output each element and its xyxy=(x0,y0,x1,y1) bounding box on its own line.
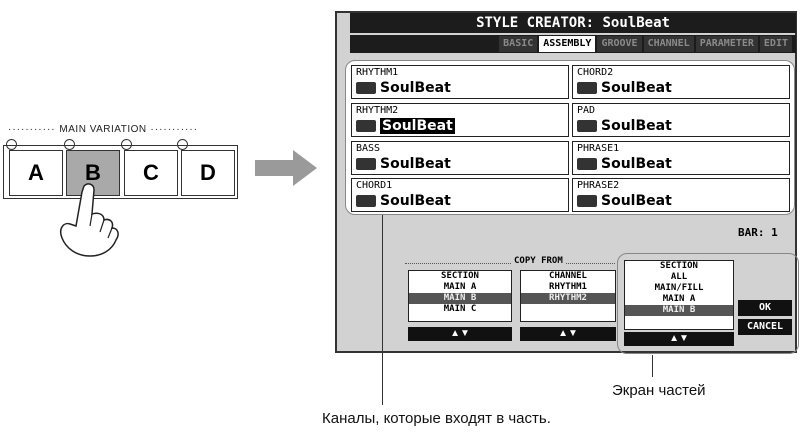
part-pad[interactable]: PAD SoulBeat xyxy=(572,103,790,137)
section-arrows[interactable]: ▲▼ xyxy=(624,332,734,346)
part-value: SoulBeat xyxy=(601,156,672,172)
keyboard-icon xyxy=(356,195,376,207)
main-variation-title: ··········· MAIN VARIATION ··········· xyxy=(8,124,199,135)
bass-icon xyxy=(356,158,376,170)
lcd-title: STYLE CREATOR: SoulBeat xyxy=(350,13,796,33)
channels-caption: Каналы, которые входят в часть. xyxy=(322,410,551,427)
pressing-hand-icon xyxy=(59,183,119,257)
part-label: PHRASE2 xyxy=(577,180,620,191)
part-value: SoulBeat xyxy=(380,156,451,172)
parts-screen-caption: Экран частей xyxy=(612,382,706,399)
part-phrase1[interactable]: PHRASE1 SoulBeat xyxy=(572,141,790,175)
cancel-button[interactable]: CANCEL xyxy=(738,319,792,335)
copy-channel-header: CHANNEL xyxy=(549,271,587,281)
variation-c-button[interactable]: C xyxy=(124,150,178,196)
part-phrase2[interactable]: PHRASE2 SoulBeat xyxy=(572,178,790,212)
tab-channel[interactable]: CHANNEL xyxy=(643,36,694,52)
copy-from-label: COPY FROM xyxy=(512,256,565,266)
part-value: SoulBeat xyxy=(380,193,451,209)
copy-section-item[interactable]: MAIN B xyxy=(409,293,511,304)
tab-edit[interactable]: EDIT xyxy=(759,36,792,52)
section-header: SECTION xyxy=(660,261,698,271)
copy-channel-item[interactable]: RHYTHM1 xyxy=(521,282,615,293)
parts-grid: RHYTHM1 SoulBeat CHORD2 SoulBeat RHYTHM2… xyxy=(345,60,795,215)
part-chord1[interactable]: CHORD1 SoulBeat xyxy=(351,178,569,212)
ok-button[interactable]: OK xyxy=(738,300,792,316)
part-label: CHORD1 xyxy=(356,180,393,191)
copy-from-line xyxy=(405,263,615,265)
part-label: RHYTHM1 xyxy=(356,67,399,78)
tab-basic[interactable]: BASIC xyxy=(499,36,538,52)
organ-icon xyxy=(577,120,597,132)
part-rhythm2[interactable]: RHYTHM2 SoulBeat xyxy=(351,103,569,137)
tab-assembly[interactable]: ASSEMBLY xyxy=(539,36,596,52)
parts-screen-leader xyxy=(652,355,653,377)
part-label: PHRASE1 xyxy=(577,143,620,154)
part-label: PAD xyxy=(577,105,596,116)
part-label: RHYTHM2 xyxy=(356,105,399,116)
guitar-icon xyxy=(577,82,597,94)
copy-section-header: SECTION xyxy=(441,271,479,281)
section-item[interactable]: MAIN B xyxy=(625,305,733,316)
part-value: SoulBeat xyxy=(601,118,672,134)
copy-channel-item[interactable]: RHYTHM2 xyxy=(521,293,615,304)
copy-section-item[interactable]: MAIN A xyxy=(409,282,511,293)
copy-section-box[interactable]: SECTION MAIN A MAIN B MAIN C xyxy=(408,270,512,322)
section-box[interactable]: SECTION ALL MAIN/FILL MAIN A MAIN B xyxy=(624,260,734,330)
part-chord2[interactable]: CHORD2 SoulBeat xyxy=(572,65,790,99)
section-item[interactable]: MAIN A xyxy=(625,294,733,305)
tab-parameter[interactable]: PARAMETER xyxy=(695,36,758,52)
brass-icon xyxy=(577,158,597,170)
part-bass[interactable]: BASS SoulBeat xyxy=(351,141,569,175)
part-value: SoulBeat xyxy=(601,80,672,96)
part-label: CHORD2 xyxy=(577,67,614,78)
drum-icon xyxy=(356,82,376,94)
part-label: BASS xyxy=(356,143,381,154)
tab-bar: BASIC ASSEMBLY GROOVE CHANNEL PARAMETER … xyxy=(350,35,796,53)
variation-d-button[interactable]: D xyxy=(181,150,235,196)
arrow-right-icon xyxy=(255,150,317,186)
part-rhythm1[interactable]: RHYTHM1 SoulBeat xyxy=(351,65,569,99)
copy-section-arrows[interactable]: ▲▼ xyxy=(408,327,512,341)
copy-channel-arrows[interactable]: ▲▼ xyxy=(520,327,616,341)
drum-icon xyxy=(356,120,376,132)
copy-section-item[interactable]: MAIN C xyxy=(409,304,511,315)
guitar-icon xyxy=(577,195,597,207)
section-item[interactable]: ALL xyxy=(625,272,733,283)
bar-indicator: BAR: 1 xyxy=(738,226,778,239)
part-value: SoulBeat xyxy=(380,118,455,134)
part-value: SoulBeat xyxy=(601,193,672,209)
section-item[interactable]: MAIN/FILL xyxy=(625,283,733,294)
copy-channel-box[interactable]: CHANNEL RHYTHM1 RHYTHM2 xyxy=(520,270,616,322)
part-value: SoulBeat xyxy=(380,80,451,96)
channels-leader xyxy=(382,215,383,405)
tab-groove[interactable]: GROOVE xyxy=(597,36,642,52)
